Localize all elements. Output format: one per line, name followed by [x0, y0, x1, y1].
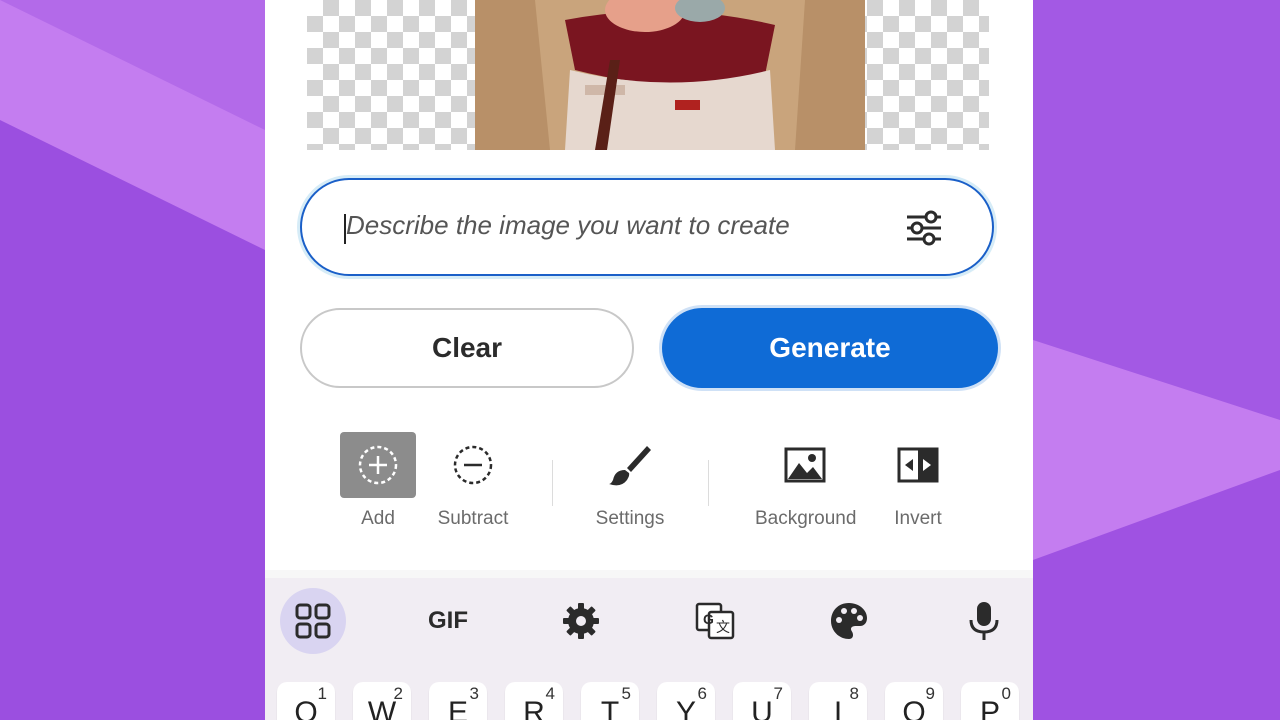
key-number-hint: 3	[469, 684, 479, 703]
generate-button[interactable]: Generate	[662, 308, 998, 388]
clear-button[interactable]: Clear	[300, 308, 634, 388]
subject-photo	[475, 0, 865, 150]
svg-text:文: 文	[716, 619, 730, 635]
key-o[interactable]: O 9	[885, 682, 943, 720]
tool-background-label: Background	[755, 508, 857, 529]
add-selection-icon	[340, 432, 416, 498]
settings-sliders-icon[interactable]	[904, 208, 944, 248]
key-number-hint: 2	[393, 684, 403, 703]
svg-text:G: G	[703, 611, 714, 627]
tool-invert-label: Invert	[894, 508, 942, 529]
gif-button[interactable]: GIF	[415, 588, 481, 654]
apps-grid-icon[interactable]	[280, 588, 346, 654]
tool-subtract[interactable]: Subtract	[423, 432, 523, 542]
palette-icon[interactable]	[816, 588, 882, 654]
key-i[interactable]: I 8	[809, 682, 867, 720]
key-number-hint: 8	[849, 684, 859, 703]
key-r[interactable]: R 4	[505, 682, 563, 720]
image-preview	[265, 0, 1033, 150]
tool-subtract-label: Subtract	[437, 508, 509, 529]
key-u[interactable]: U 7	[733, 682, 791, 720]
key-t[interactable]: T 5	[581, 682, 639, 720]
selection-toolbar: Add Subtract Settings Background Invert	[265, 420, 1033, 550]
key-y[interactable]: Y 6	[657, 682, 715, 720]
invert-icon	[880, 432, 956, 498]
tool-invert[interactable]: Invert	[868, 432, 968, 542]
key-number-hint: 5	[621, 684, 631, 703]
subtract-selection-icon	[435, 432, 511, 498]
key-number-hint: 7	[773, 684, 783, 703]
translate-icon[interactable]: G 文	[682, 588, 748, 654]
microphone-icon[interactable]	[951, 588, 1017, 654]
image-icon	[767, 432, 843, 498]
toolbar-divider	[708, 460, 709, 506]
key-number-hint: 4	[545, 684, 555, 703]
key-number-hint: 9	[925, 684, 935, 703]
key-number-hint: 6	[697, 684, 707, 703]
prompt-input[interactable]: Describe the image you want to create	[300, 178, 994, 276]
toolbar-divider	[552, 460, 553, 506]
keyboard-toolbar: GIF G 文	[265, 578, 1033, 668]
keyboard-row-1: Q 1 W 2 E 3 R 4 T 5 Y 6 U 7 I 8 O 9 P 0	[265, 682, 1033, 720]
app-screen: Describe the image you want to create Cl…	[265, 0, 1033, 720]
tool-settings-label: Settings	[595, 508, 665, 529]
key-w[interactable]: W 2	[353, 682, 411, 720]
keyboard: GIF G 文 Q 1 W 2 E 3 R 4 T 5 Y 6 U 7 I 8 …	[265, 578, 1033, 720]
gear-icon[interactable]	[548, 588, 614, 654]
tool-background[interactable]: Background	[755, 432, 857, 542]
brush-icon	[592, 432, 668, 498]
key-number-hint: 0	[1001, 684, 1011, 703]
key-p[interactable]: P 0	[961, 682, 1019, 720]
tool-add[interactable]: Add	[328, 432, 428, 542]
key-e[interactable]: E 3	[429, 682, 487, 720]
prompt-placeholder: Describe the image you want to create	[346, 210, 790, 240]
key-q[interactable]: Q 1	[277, 682, 335, 720]
key-number-hint: 1	[317, 684, 327, 703]
tool-add-label: Add	[361, 508, 395, 529]
tool-settings[interactable]: Settings	[580, 432, 680, 542]
